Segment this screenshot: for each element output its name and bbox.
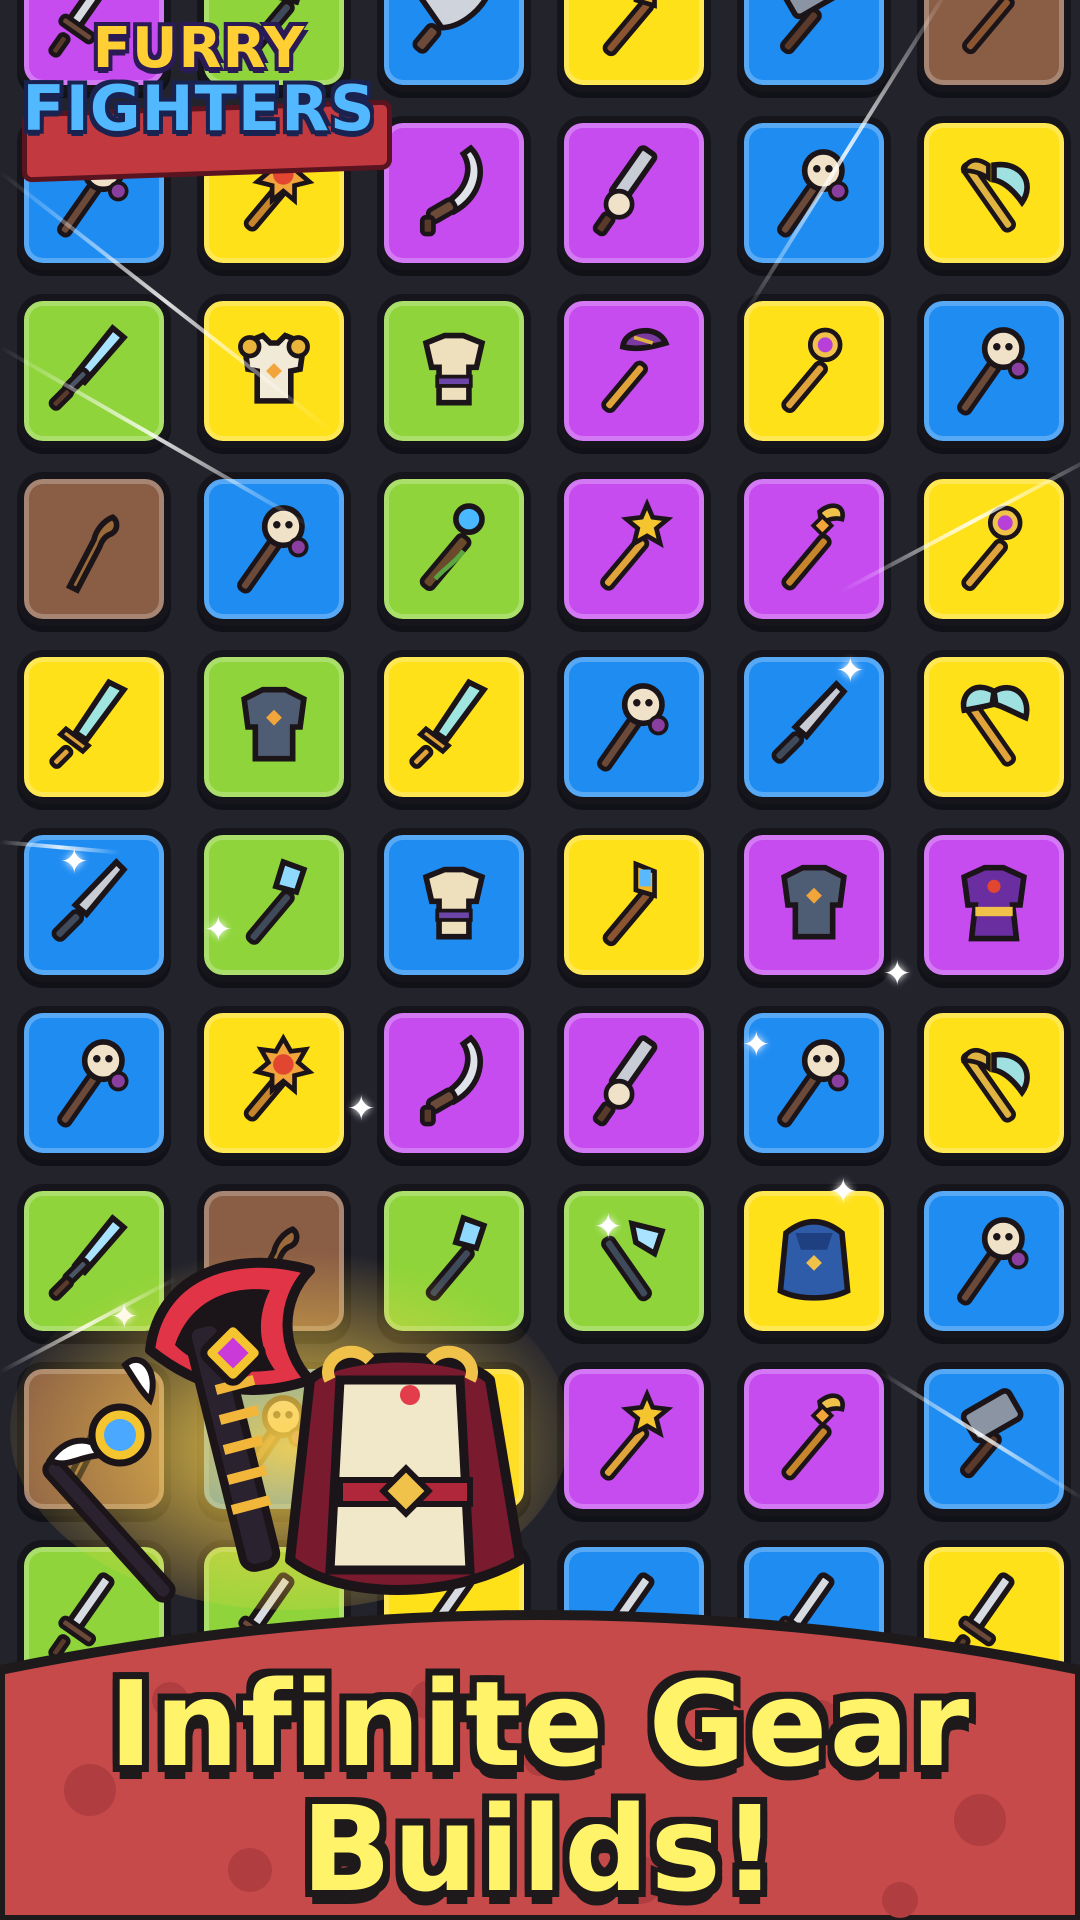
skull-staff-icon (237, 505, 309, 594)
gear-tile (917, 472, 1071, 626)
sparkle-icon: ✦ (347, 1089, 376, 1129)
crystal-spear-icon (245, 858, 308, 945)
featured-gear (10, 1230, 570, 1610)
hammer-icon (780, 0, 844, 55)
logo-line2: FIGHTERS (22, 72, 376, 145)
leaf-staff-icon (962, 0, 1015, 55)
gem-staff-icon (602, 860, 657, 947)
mushroom-staff-icon (601, 327, 670, 414)
sparkle-icon: ✦ (742, 1025, 771, 1065)
ice-blade-icon (48, 324, 128, 411)
dagger-icon (51, 858, 128, 942)
cleaver-icon (412, 0, 491, 54)
skull-staff-icon (597, 683, 669, 772)
gear-tile (917, 0, 1071, 92)
gear-tile (377, 828, 531, 982)
gear-tile (557, 650, 711, 804)
cape-icon (777, 1219, 851, 1301)
gem-staff-icon (602, 0, 657, 57)
gear-tile (737, 650, 891, 804)
gear-tile (377, 472, 531, 626)
gear-tile (17, 1006, 171, 1160)
gear-tile (377, 1006, 531, 1160)
headline-line1: Infinite Gear (108, 1655, 972, 1793)
moon-staff-icon (781, 327, 843, 414)
gear-tile (737, 828, 891, 982)
star-wand-icon (600, 1388, 674, 1481)
skull-staff-icon (777, 149, 849, 238)
gear-tile (917, 116, 1071, 270)
orb-staff-icon (419, 503, 485, 592)
scimitar-icon (419, 144, 484, 237)
sparkle-icon: ✦ (836, 651, 865, 691)
gear-tile (737, 294, 891, 448)
wing-staff-icon (781, 503, 845, 591)
wing-staff-icon (781, 1393, 845, 1481)
scimitar-icon (419, 1034, 484, 1127)
skull-staff-icon (957, 1217, 1029, 1306)
gear-tile (917, 828, 1071, 982)
crystal-sword-icon (49, 678, 129, 769)
battle-axe-icon (960, 684, 1030, 767)
skull-staff-icon (57, 1039, 129, 1128)
gear-tile (197, 650, 351, 804)
gear-tile (557, 472, 711, 626)
gear-tile (737, 1362, 891, 1516)
sparkle-icon: ✦ (204, 910, 233, 950)
gear-tile (377, 0, 531, 92)
gear-tile (737, 1184, 891, 1338)
star-wand-icon (600, 498, 674, 591)
plate-armor-icon (241, 686, 307, 762)
gear-tile (557, 1006, 711, 1160)
gear-tile (737, 472, 891, 626)
gear-tile (917, 1006, 1071, 1160)
gear-tile (377, 294, 531, 448)
crystal-sword-icon (409, 678, 489, 769)
gear-tile (557, 0, 711, 92)
hammer-icon (960, 1388, 1024, 1479)
gear-tile (557, 294, 711, 448)
gear-tile (917, 650, 1071, 804)
gear-tile (557, 116, 711, 270)
gear-tile (557, 1184, 711, 1338)
gear-tile (917, 1184, 1071, 1338)
gear-tile (197, 472, 351, 626)
gear-tile (17, 650, 171, 804)
chest-armor-icon (238, 332, 310, 404)
headline-line2: Builds! (301, 1780, 779, 1918)
sparkle-icon: ✦ (829, 1172, 858, 1212)
sparkle-icon: ✦ (60, 842, 89, 882)
plate-armor-icon (781, 864, 847, 940)
tunic-icon (422, 332, 486, 406)
gear-tile (737, 0, 891, 92)
wooden-staff-icon (65, 514, 120, 594)
gear-tile (737, 116, 891, 270)
robe-icon (961, 864, 1027, 942)
promo-banner: Infinite Gear Builds! (0, 1580, 1080, 1920)
sparkle-icon: ✦ (883, 954, 912, 994)
skull-sword-icon (592, 1035, 658, 1127)
gear-tile (377, 650, 531, 804)
gear-tile (17, 472, 171, 626)
gear-tile (197, 828, 351, 982)
royal-armor-icon (285, 1345, 525, 1595)
axe-icon (960, 157, 1030, 233)
game-logo: FURRY FIGHTERS (14, 10, 392, 183)
gear-tile (197, 1006, 351, 1160)
skull-staff-icon (957, 327, 1029, 416)
gear-tile (377, 116, 531, 270)
gear-tile (557, 828, 711, 982)
sparkle-icon: ✦ (594, 1207, 623, 1247)
skull-staff-icon (777, 1039, 849, 1128)
tunic-icon (422, 866, 486, 940)
sun-mace-icon (243, 1033, 315, 1122)
gear-tile (917, 1362, 1071, 1516)
axe-icon (960, 1047, 1030, 1123)
gear-tile (917, 294, 1071, 448)
skull-sword-icon (592, 145, 658, 237)
gear-tile (557, 1362, 711, 1516)
